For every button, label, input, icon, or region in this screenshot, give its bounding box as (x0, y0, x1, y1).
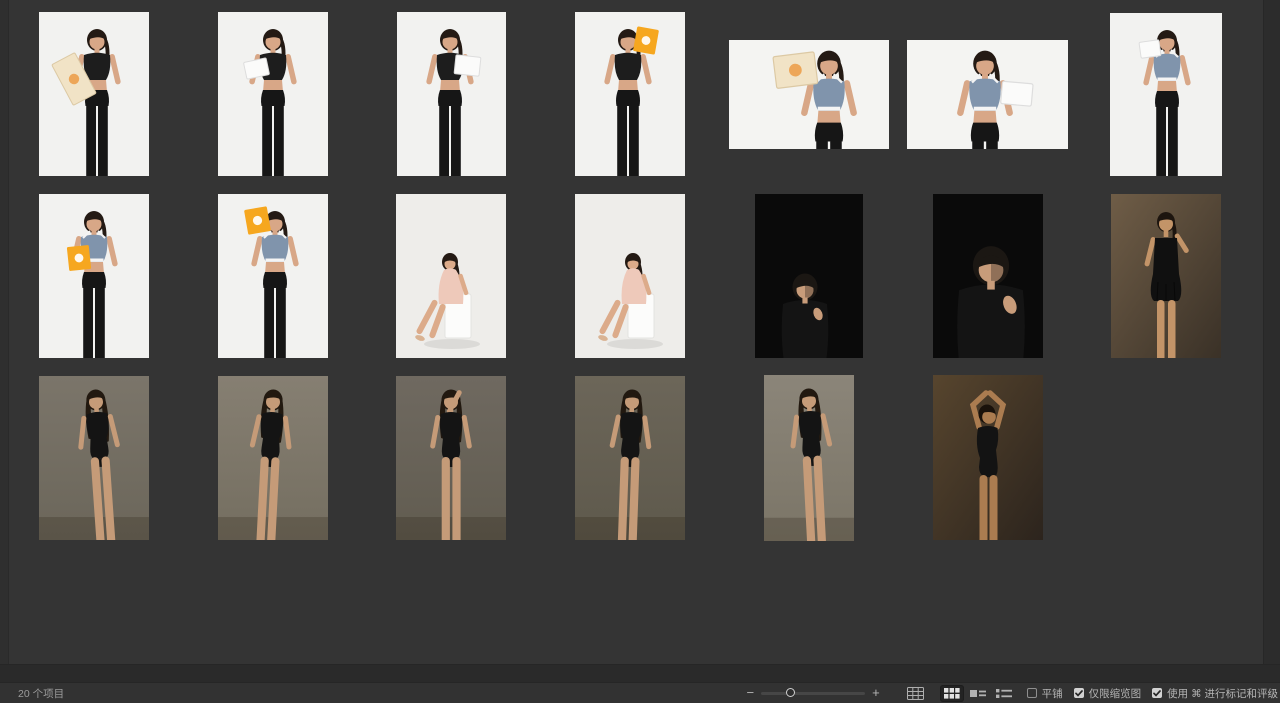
photo-thumbnail[interactable] (729, 40, 889, 149)
photo-thumbnail[interactable] (575, 376, 685, 540)
checked-checkbox-icon (1152, 688, 1162, 698)
statusbar-controls: − + 平铺 仅限缩览图 使用 ⌘ 进行标记和评级 (742, 683, 1278, 703)
photo-thumbnail[interactable] (218, 376, 328, 540)
photo-thumbnail[interactable] (575, 194, 685, 358)
photo-thumbnail[interactable] (397, 12, 506, 176)
photo-thumbnail[interactable] (39, 376, 149, 540)
photo-thumbnail[interactable] (575, 12, 685, 176)
thumbnail-view-button[interactable] (940, 685, 964, 702)
statusbar-checkbox-3[interactable]: 使用 ⌘ 进行标记和评级 (1152, 686, 1278, 701)
left-panel-edge (0, 0, 9, 664)
zoom-out-icon[interactable]: − (742, 683, 758, 703)
statusbar-checkbox-1[interactable]: 平铺 (1027, 686, 1063, 701)
thumbnail-size-slider[interactable] (761, 683, 865, 703)
photo-thumbnail[interactable] (218, 12, 328, 176)
photo-thumbnail[interactable] (1111, 194, 1221, 358)
photo-thumbnail[interactable] (1110, 13, 1222, 176)
photo-thumbnail[interactable] (907, 40, 1068, 149)
photo-thumbnail[interactable] (764, 375, 854, 541)
checkbox-label: 使用 ⌘ 进行标记和评级 (1167, 686, 1278, 701)
unchecked-checkbox-icon (1027, 688, 1037, 698)
checkbox-label: 仅限缩览图 (1089, 686, 1142, 701)
list-view-button[interactable] (992, 685, 1016, 702)
list-view-icon (996, 688, 1012, 699)
photo-browser-window: 20 个项目 − + 平铺 仅限缩览图 使用 ⌘ 进行标记和评级 (0, 0, 1280, 703)
zoom-in-icon[interactable]: + (868, 683, 884, 703)
content-bottom-band (0, 664, 1280, 683)
statusbar-checkbox-2[interactable]: 仅限缩览图 (1074, 686, 1142, 701)
photo-thumbnail[interactable] (933, 194, 1043, 358)
statusbar-options: 平铺 仅限缩览图 使用 ⌘ 进行标记和评级 (1016, 686, 1278, 701)
view-mode-buttons (884, 685, 1016, 702)
photo-thumbnail[interactable] (755, 194, 863, 358)
photo-thumbnail[interactable] (39, 194, 149, 358)
photo-thumbnail[interactable] (396, 194, 506, 358)
checked-checkbox-icon (1074, 688, 1084, 698)
checkbox-label: 平铺 (1042, 686, 1063, 701)
photo-thumbnail[interactable] (218, 194, 328, 358)
slider-track (761, 692, 865, 696)
photo-thumbnail[interactable] (396, 376, 506, 540)
right-panel-edge (1263, 0, 1280, 664)
thumbnail-view-icon (944, 688, 960, 699)
thumbnail-grid (0, 0, 1280, 664)
slider-knob[interactable] (786, 688, 795, 697)
details-view-icon (970, 688, 986, 699)
photo-thumbnail[interactable] (933, 375, 1043, 540)
item-count-label: 20 个项目 (18, 686, 64, 701)
grid-lock-icon (907, 687, 924, 700)
details-view-button[interactable] (966, 685, 990, 702)
grid-lock-button[interactable] (904, 685, 928, 702)
status-bar: 20 个项目 − + 平铺 仅限缩览图 使用 ⌘ 进行标记和评级 (0, 683, 1280, 703)
photo-thumbnail[interactable] (39, 12, 149, 176)
